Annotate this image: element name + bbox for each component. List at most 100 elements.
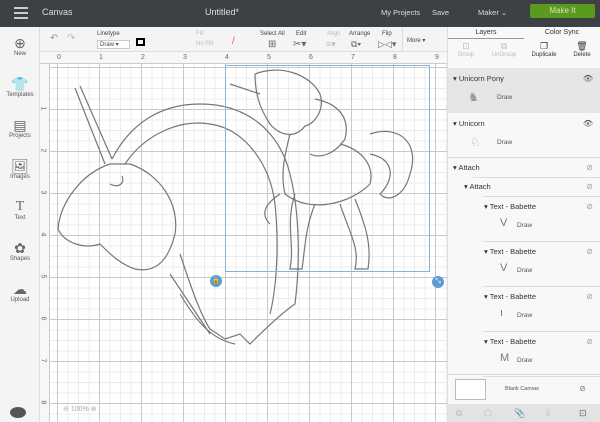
sidebar-label: New: [13, 51, 26, 57]
layer-name: ▾ Unicorn: [453, 119, 485, 128]
edit-label[interactable]: Edit: [296, 31, 306, 37]
layer-text-babette[interactable]: ▾ Text - Babette ⊘ V Draw: [448, 197, 600, 242]
selection-box[interactable]: [225, 65, 430, 272]
layer-operation: Draw: [517, 267, 533, 274]
eye-hidden-icon[interactable]: ⊘: [579, 384, 586, 393]
machine-select[interactable]: Maker ⌄: [478, 8, 507, 17]
sidebar-images[interactable]: 🖼 Images: [0, 158, 40, 180]
redo-icon[interactable]: ↷: [67, 33, 75, 44]
canvas-color-swatch[interactable]: [455, 379, 486, 400]
chat-icon[interactable]: [10, 407, 26, 418]
my-projects-link[interactable]: My Projects: [381, 8, 420, 17]
fill-label: Fill: [196, 31, 204, 37]
sidebar-upload[interactable]: ☁ Upload: [0, 281, 40, 303]
blank-canvas-label: Blank Canvas: [505, 386, 539, 392]
ruler-tick-label: 5: [39, 274, 47, 279]
layer-text-babette[interactable]: ▾ Text - Babette ⊘ V Draw: [448, 242, 600, 287]
no-fill-slash-icon: /: [232, 36, 235, 47]
layer-text-babette[interactable]: ▾ Text - Babette ⊘ M Draw: [448, 332, 600, 377]
select-all-label[interactable]: Select All: [260, 31, 285, 37]
delete-button[interactable]: 🗑 Delete: [564, 41, 600, 58]
eye-hidden-icon[interactable]: ⊘: [586, 163, 593, 172]
fill-select[interactable]: No Fill: [196, 41, 213, 47]
sidebar-label: Shapes: [9, 256, 31, 262]
layer-unicorn[interactable]: ▾ Unicorn 👁 ♘ Draw: [448, 113, 600, 158]
layer-name: ▾ Text - Babette: [484, 247, 536, 256]
lock-icon[interactable]: 🔒: [210, 275, 222, 287]
upload-cloud-icon: ☁: [13, 281, 27, 297]
flip-label[interactable]: Flip: [382, 31, 392, 37]
weld-icon[interactable]: ⬠: [484, 408, 492, 419]
eye-hidden-icon[interactable]: ⊘: [586, 337, 593, 346]
layer-name: ▾ Text - Babette: [484, 202, 536, 211]
align-icon[interactable]: ≡▾: [326, 39, 336, 50]
linetype-label: Linetype: [97, 31, 120, 37]
group-icon: ⊡: [462, 41, 470, 51]
machine-label: Maker: [478, 8, 499, 17]
linetype-select[interactable]: Draw ▾: [97, 40, 130, 49]
ruler-tick-label: 3: [39, 190, 47, 195]
sidebar-new[interactable]: ⊕ New: [0, 35, 40, 57]
ungroup-button[interactable]: ⧉ UnGroup: [486, 41, 522, 58]
eye-hidden-icon[interactable]: ⊘: [586, 202, 593, 211]
blank-canvas-row[interactable]: Blank Canvas ⊘: [448, 374, 600, 402]
sidebar-text[interactable]: T Text: [0, 199, 40, 221]
eye-hidden-icon[interactable]: ⊘: [586, 247, 593, 256]
eye-icon[interactable]: 👁: [583, 119, 593, 128]
glyph-thumbnail: V: [500, 217, 508, 229]
tab-layers[interactable]: Layers: [448, 27, 524, 39]
save-button[interactable]: Save: [432, 8, 449, 17]
undo-icon[interactable]: ↶: [50, 33, 58, 44]
project-title: Untitled*: [205, 7, 240, 17]
layer-operation: Draw: [517, 312, 533, 319]
zoom-level[interactable]: ⊖ 100% ⊕: [63, 405, 97, 413]
action-label: Delete: [573, 52, 591, 58]
layer-operation: Draw: [517, 222, 533, 229]
glyph-thumbnail: V: [500, 262, 508, 274]
edit-scissors-icon[interactable]: ✂▾: [293, 39, 306, 50]
group-button[interactable]: ⊡ Group: [448, 41, 484, 58]
layer-unicorn-pony[interactable]: ▾ Unicorn Pony 👁 ♞ Draw: [448, 68, 600, 113]
zoom-value: 100%: [70, 406, 89, 413]
line-color-swatch[interactable]: [136, 38, 145, 46]
layer-text-babette[interactable]: ▾ Text - Babette ⊘ ı Draw: [448, 287, 600, 332]
layer-actions-bar: ⧉ ⬠ 📎 ⇩ ⊡: [448, 404, 600, 422]
eye-icon[interactable]: 👁: [583, 74, 593, 83]
layers-panel: Layers Color Sync ⊡ Group ⧉ UnGroup ❐ Dupli…: [447, 27, 600, 422]
eye-hidden-icon[interactable]: ⊘: [586, 292, 593, 301]
hamburger-menu-icon[interactable]: [14, 7, 28, 19]
select-all-icon[interactable]: ⊞: [268, 39, 276, 50]
sidebar-shapes[interactable]: ✿ Shapes: [0, 240, 40, 262]
more-menu[interactable]: More ▾: [407, 37, 425, 44]
ruler-tick-label: 1: [99, 54, 103, 61]
arrange-icon[interactable]: ⧉▾: [351, 39, 361, 50]
layer-name: ▾ Text - Babette: [484, 337, 536, 346]
layer-operation: Draw: [497, 94, 513, 101]
sidebar-projects[interactable]: ▤ Projects: [0, 117, 40, 139]
arrange-label[interactable]: Arrange: [349, 31, 370, 37]
align-label[interactable]: Align: [327, 31, 340, 37]
layer-attach-nested[interactable]: ▾ Attach ⊘: [448, 180, 600, 196]
layer-attach[interactable]: ▾ Attach ⊘: [448, 161, 600, 177]
ruler-tick-label: 3: [183, 54, 187, 61]
layer-name: ▾ Text - Babette: [484, 292, 536, 301]
notebook-icon: ▤: [13, 117, 27, 133]
duplicate-icon: ❐: [539, 41, 549, 51]
make-it-button[interactable]: Make It: [530, 4, 595, 18]
layer-name: ▾ Attach: [464, 182, 491, 191]
attach-icon[interactable]: 📎: [514, 408, 525, 419]
slice-icon[interactable]: ⧉: [456, 408, 462, 419]
edit-toolbar: ↶ ↷ Linetype Draw ▾ Fill No Fill / Selec…: [40, 27, 447, 52]
resize-handle-icon[interactable]: ⤡: [432, 276, 444, 288]
text-icon: T: [15, 199, 25, 214]
eye-hidden-icon[interactable]: ⊘: [586, 182, 593, 191]
ruler-tick-label: 8: [393, 54, 397, 61]
tab-color-sync[interactable]: Color Sync: [524, 27, 600, 39]
contour-icon[interactable]: ⊡: [579, 408, 587, 419]
duplicate-button[interactable]: ❐ Duplicate: [526, 41, 562, 58]
ruler-tick-label: 8: [39, 400, 47, 405]
flatten-icon[interactable]: ⇩: [544, 408, 552, 419]
ruler-vertical: 1 2 3 4 5 6 7 8: [39, 64, 50, 422]
flip-icon[interactable]: ▷◁▾: [378, 39, 396, 50]
sidebar-templates[interactable]: 👕 Templates: [0, 76, 40, 98]
